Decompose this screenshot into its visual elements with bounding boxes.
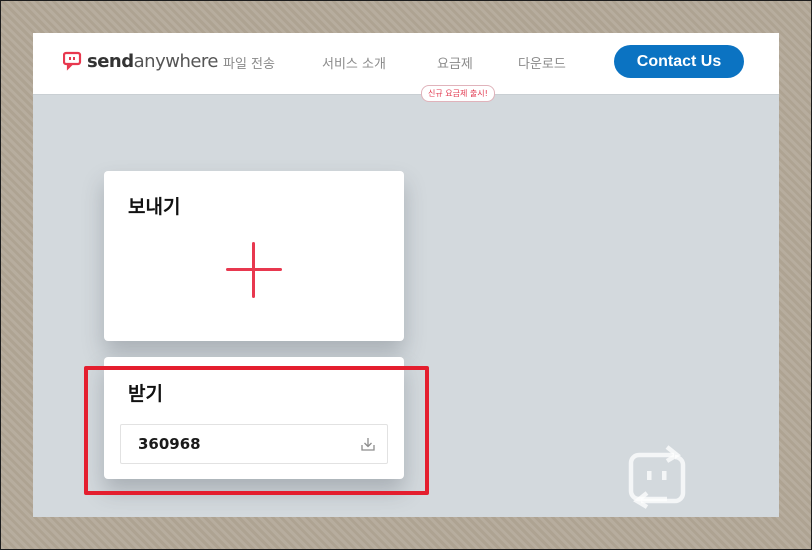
contact-us-button[interactable]: Contact Us [614,45,744,78]
logo-text-anywhere: anywhere [133,50,219,72]
top-navigation-bar: send anywhere 파일 전송 서비스 소개 요금제 다운로드 Conta… [33,33,779,95]
nav-service-intro[interactable]: 서비스 소개 [322,53,386,72]
nav-file-transfer[interactable]: 파일 전송 [223,53,275,72]
plus-icon[interactable] [226,242,282,298]
sendanywhere-logo-icon [63,51,82,71]
highlight-annotation-box [84,366,429,495]
logo-text-send: send [87,50,134,72]
send-card-title: 보내기 [128,196,181,218]
sendanywhere-logo[interactable]: send anywhere [63,50,219,72]
new-pricing-badge[interactable]: 신규 요금제 출시! [421,85,495,102]
send-card: 보내기 [104,171,404,341]
sendanywhere-watermark-icon [628,445,686,509]
nav-pricing[interactable]: 요금제 [437,53,473,72]
nav-download[interactable]: 다운로드 [518,53,566,72]
